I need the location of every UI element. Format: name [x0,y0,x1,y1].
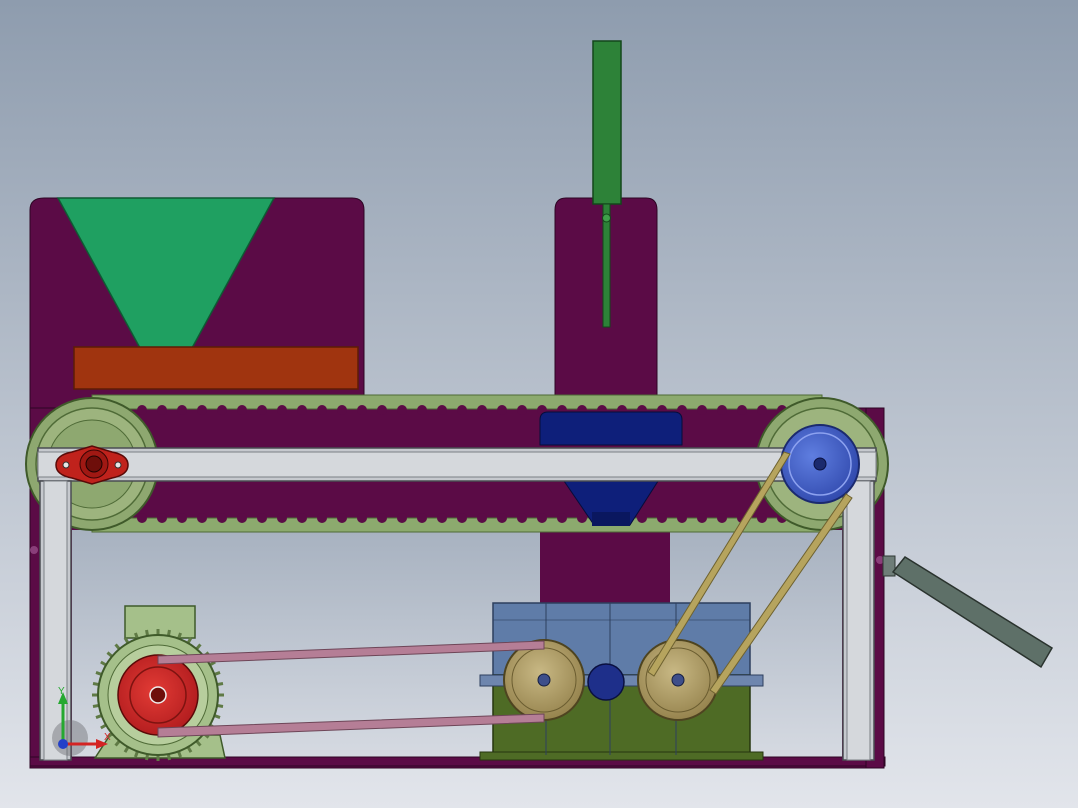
belt-tooth [517,513,527,523]
belt-tooth [357,405,367,415]
belt-tooth [137,513,147,523]
belt-tooth [677,513,687,523]
belt-tooth [377,513,387,523]
belt-tooth [137,405,147,415]
belt-tooth [297,405,307,415]
belt-tooth [697,513,707,523]
press-pad[interactable] [73,346,359,390]
belt-tooth [717,513,727,523]
belt-tooth [277,513,287,523]
triad-x-label: X [104,732,111,743]
belt-tooth [557,513,567,523]
cad-viewport[interactable]: Y X [0,0,1078,808]
belt-tooth [497,405,507,415]
belt-tooth [697,405,707,415]
cylinder-barrel[interactable] [592,40,622,205]
belt-tooth [217,405,227,415]
belt-tooth [257,513,267,523]
belt-tooth [437,513,447,523]
belt-tooth [177,513,187,523]
belt-tooth [457,405,467,415]
belt-tooth [277,405,287,415]
belt-tooth [217,513,227,523]
belt-tooth [297,513,307,523]
belt-tooth [377,405,387,415]
belt-tooth [197,513,207,523]
machine-drawing[interactable]: Y X [0,0,1078,808]
right-leg-face [846,480,871,761]
belt-tooth [657,513,667,523]
column-lower [540,530,670,610]
belt-tooth [337,405,347,415]
left-bolt [30,546,38,554]
belt-tooth [317,405,327,415]
belt-tooth [517,405,527,415]
belt-tooth [157,405,167,415]
belt-tooth [357,513,367,523]
belt-tooth [237,405,247,415]
belt-tooth [237,513,247,523]
belt-tooth [417,513,427,523]
belt-tooth [737,405,747,415]
belt-tooth [457,513,467,523]
belt-tooth [717,405,727,415]
gearbox-input-pulley[interactable] [503,639,585,721]
top-rail-face [37,451,877,478]
belt-tooth [417,405,427,415]
belt-tooth [257,405,267,415]
gearbox-foot [479,751,764,761]
belt-tooth [197,405,207,415]
belt-tooth [477,513,487,523]
belt-tooth [397,513,407,523]
belt-tooth [437,405,447,415]
cylinder-joint [602,213,611,223]
belt-tooth [337,513,347,523]
conveyor-drive-pulley[interactable] [780,424,860,504]
gearbox-center-hub[interactable] [587,663,625,701]
belt-tooth [637,513,647,523]
belt-tooth [537,513,547,523]
belt-tooth [397,405,407,415]
triad-y-label: Y [58,686,65,697]
gearbox-output-pulley[interactable] [637,639,719,721]
belt-tooth [477,405,487,415]
belt-tooth [157,513,167,523]
belt-tooth [577,513,587,523]
belt-tooth [177,405,187,415]
belt-tooth [757,405,767,415]
belt-tooth [317,513,327,523]
belt-tooth [757,513,767,523]
belt-tooth [497,513,507,523]
